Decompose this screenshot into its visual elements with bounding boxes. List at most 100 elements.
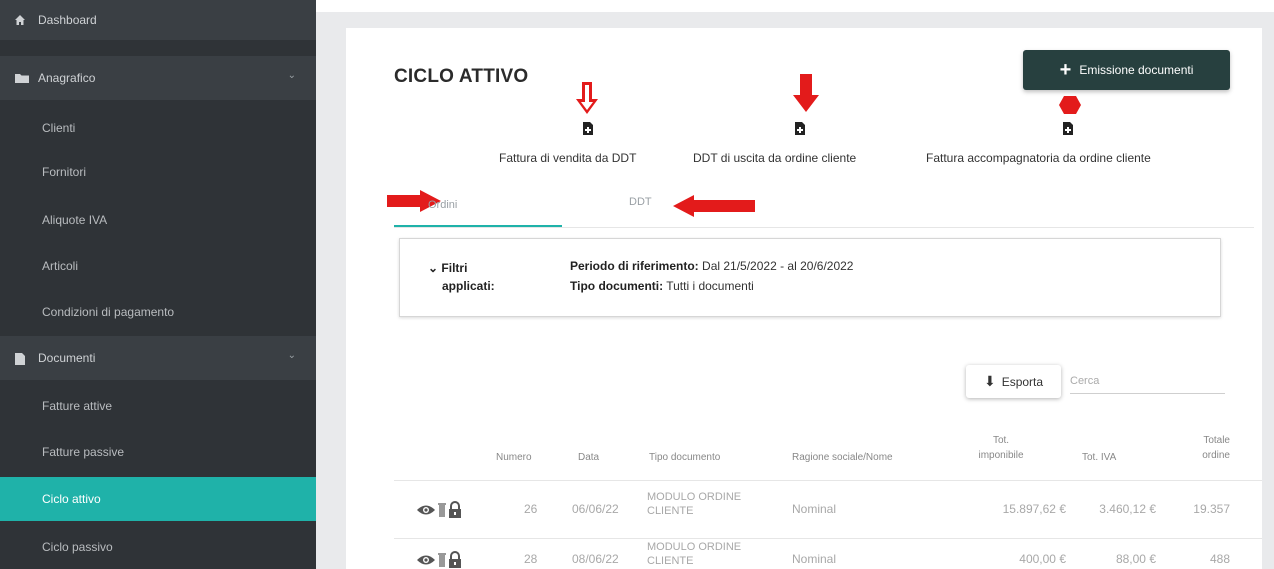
- cell-tipo-documento: MODULO ORDINE CLIENTE: [647, 490, 757, 518]
- col-header-tot-imponibile[interactable]: Tot. imponibile: [966, 433, 1036, 463]
- col-header-totale-ordine[interactable]: Totale ordine: [1184, 433, 1230, 463]
- sidebar-item-label: Condizioni di pagamento: [42, 305, 175, 319]
- chevron-down-icon: ⌄: [287, 70, 296, 81]
- cell-totale-ordine: 19.357: [1193, 502, 1230, 516]
- col-header-tipo[interactable]: Tipo documento: [649, 450, 720, 465]
- annotation-arrow-left-icon: [673, 195, 755, 217]
- main-card: CICLO ATTIVO + Emissione documenti Fattu…: [346, 28, 1262, 569]
- sidebar: Dashboard Anagrafico ⌄ Clienti Fornitori…: [0, 0, 316, 569]
- row-actions: [416, 501, 462, 519]
- cell-data: 06/06/22: [572, 502, 619, 516]
- tab-ordini[interactable]: Ordini: [428, 199, 457, 211]
- lock-icon[interactable]: [448, 551, 462, 569]
- sidebar-item-label: Clienti: [42, 121, 76, 135]
- filters-panel: ⌄ Filtri applicati: Periodo di riferimen…: [399, 238, 1221, 317]
- sidebar-item-label: Anagrafico: [38, 71, 96, 85]
- cell-text: MODULO ORDINE: [647, 491, 742, 503]
- cell-data: 08/06/22: [572, 552, 619, 566]
- annotation-arrow-down-icon: [793, 74, 819, 112]
- cell-tot-imponibile: 400,00 €: [1019, 552, 1066, 566]
- emissione-documenti-button[interactable]: + Emissione documenti: [1023, 50, 1230, 90]
- cell-tot-iva: 88,00 €: [1115, 552, 1156, 566]
- sidebar-item-dashboard[interactable]: Dashboard: [0, 0, 316, 40]
- sidebar-item-fatture-attive[interactable]: Fatture attive: [0, 384, 316, 428]
- col-header-numero[interactable]: Numero: [496, 450, 532, 465]
- top-bar: [316, 0, 1274, 12]
- chevron-down-icon: ⌄: [287, 350, 296, 361]
- folder-icon: [14, 72, 30, 84]
- filters-toggle-label-2: applicati:: [442, 279, 495, 293]
- sidebar-item-label: Aliquote IVA: [42, 213, 108, 227]
- document-icon: [14, 352, 30, 365]
- sidebar-item-documenti[interactable]: Documenti ⌄: [0, 336, 316, 380]
- col-header-label: imponibile: [978, 450, 1024, 461]
- col-header-data[interactable]: Data: [578, 450, 599, 465]
- quick-action-fattura-vendita-ddt[interactable]: Fattura di vendita da DDT: [499, 151, 636, 165]
- annotation-marker-icon: [1059, 96, 1081, 114]
- plus-icon: +: [1059, 59, 1072, 81]
- sidebar-item-clienti[interactable]: Clienti: [0, 106, 316, 150]
- eye-icon[interactable]: [416, 503, 436, 517]
- trash-icon[interactable]: [438, 552, 446, 568]
- sidebar-item-label: Dashboard: [38, 13, 97, 27]
- cell-ragione-sociale: Nominal: [792, 502, 837, 516]
- lock-icon[interactable]: [448, 501, 462, 519]
- tab-ddt[interactable]: DDT: [629, 196, 652, 208]
- download-icon: ⬇: [983, 373, 996, 389]
- sidebar-item-ciclo-passivo[interactable]: Ciclo passivo: [0, 525, 316, 569]
- quick-action-fattura-accompagnatoria[interactable]: Fattura accompagnatoria da ordine client…: [926, 151, 1151, 165]
- col-header-label: ordine: [1202, 450, 1230, 461]
- cell-tipo-documento: MODULO ORDINE CLIENTE: [647, 540, 757, 568]
- search-input[interactable]: [1070, 368, 1225, 394]
- sidebar-item-fatture-passive[interactable]: Fatture passive: [0, 430, 316, 474]
- eye-icon[interactable]: [416, 553, 436, 567]
- filter-tipo: Tipo documenti: Tutti i documenti: [570, 279, 754, 293]
- sidebar-item-condizioni-pagamento[interactable]: Condizioni di pagamento: [0, 290, 316, 334]
- export-button-label: Esporta: [1001, 374, 1044, 389]
- filter-periodo-value: Dal 21/5/2022 - al 20/6/2022: [702, 259, 854, 273]
- export-button[interactable]: ⬇ Esporta: [966, 365, 1061, 398]
- col-header-label: Tot.: [992, 435, 1010, 446]
- sidebar-item-label: Fornitori: [42, 165, 87, 179]
- sidebar-item-anagrafico[interactable]: Anagrafico ⌄: [0, 56, 316, 100]
- quick-action-ddt-uscita[interactable]: DDT di uscita da ordine cliente: [693, 151, 856, 165]
- tabs-divider: [394, 227, 1254, 228]
- cell-tot-iva: 3.460,12 €: [1099, 502, 1156, 516]
- filter-periodo-label: Periodo di riferimento:: [570, 259, 699, 273]
- cell-ragione-sociale: Nominal: [792, 552, 837, 566]
- page-title: CICLO ATTIVO: [394, 66, 529, 87]
- active-tab-indicator: [394, 225, 562, 227]
- col-header-label: Totale: [1203, 435, 1230, 446]
- filters-toggle-label: Filtri: [441, 261, 468, 275]
- sidebar-item-label: Ciclo passivo: [42, 540, 113, 554]
- row-actions: [416, 551, 462, 569]
- sidebar-item-fornitori[interactable]: Fornitori: [0, 150, 316, 194]
- sidebar-item-aliquote-iva[interactable]: Aliquote IVA: [0, 198, 316, 242]
- col-header-ragione-sociale[interactable]: Ragione sociale/Nome: [792, 450, 893, 465]
- cell-text: CLIENTE: [647, 505, 694, 517]
- sidebar-item-label: Fatture passive: [42, 445, 125, 459]
- filters-toggle[interactable]: ⌄ Filtri applicati:: [428, 259, 495, 295]
- new-document-icon[interactable]: [794, 121, 806, 136]
- row-divider: [394, 538, 1262, 539]
- cell-numero: 26: [524, 502, 538, 516]
- new-document-icon[interactable]: [582, 121, 594, 136]
- cell-numero: 28: [524, 552, 538, 566]
- cell-totale-ordine: 488: [1209, 552, 1230, 566]
- sidebar-item-articoli[interactable]: Articoli: [0, 244, 316, 288]
- home-icon: [14, 14, 30, 26]
- cell-tot-imponibile: 15.897,62 €: [1002, 502, 1066, 516]
- emit-button-label: Emissione documenti: [1079, 63, 1194, 77]
- annotation-arrow-down-icon: [576, 82, 598, 114]
- new-document-icon[interactable]: [1062, 121, 1074, 136]
- filter-tipo-label: Tipo documenti:: [570, 279, 664, 293]
- sidebar-item-ciclo-attivo[interactable]: Ciclo attivo: [0, 477, 316, 521]
- sidebar-item-label: Ciclo attivo: [42, 492, 101, 506]
- chevron-down-icon: ⌄: [428, 261, 439, 275]
- trash-icon[interactable]: [438, 502, 446, 518]
- sidebar-item-label: Articoli: [42, 259, 79, 273]
- sidebar-item-label: Fatture attive: [42, 399, 113, 413]
- sidebar-item-label: Documenti: [38, 351, 96, 365]
- col-header-tot-iva[interactable]: Tot. IVA: [1082, 450, 1116, 465]
- table-header-divider: [394, 480, 1262, 481]
